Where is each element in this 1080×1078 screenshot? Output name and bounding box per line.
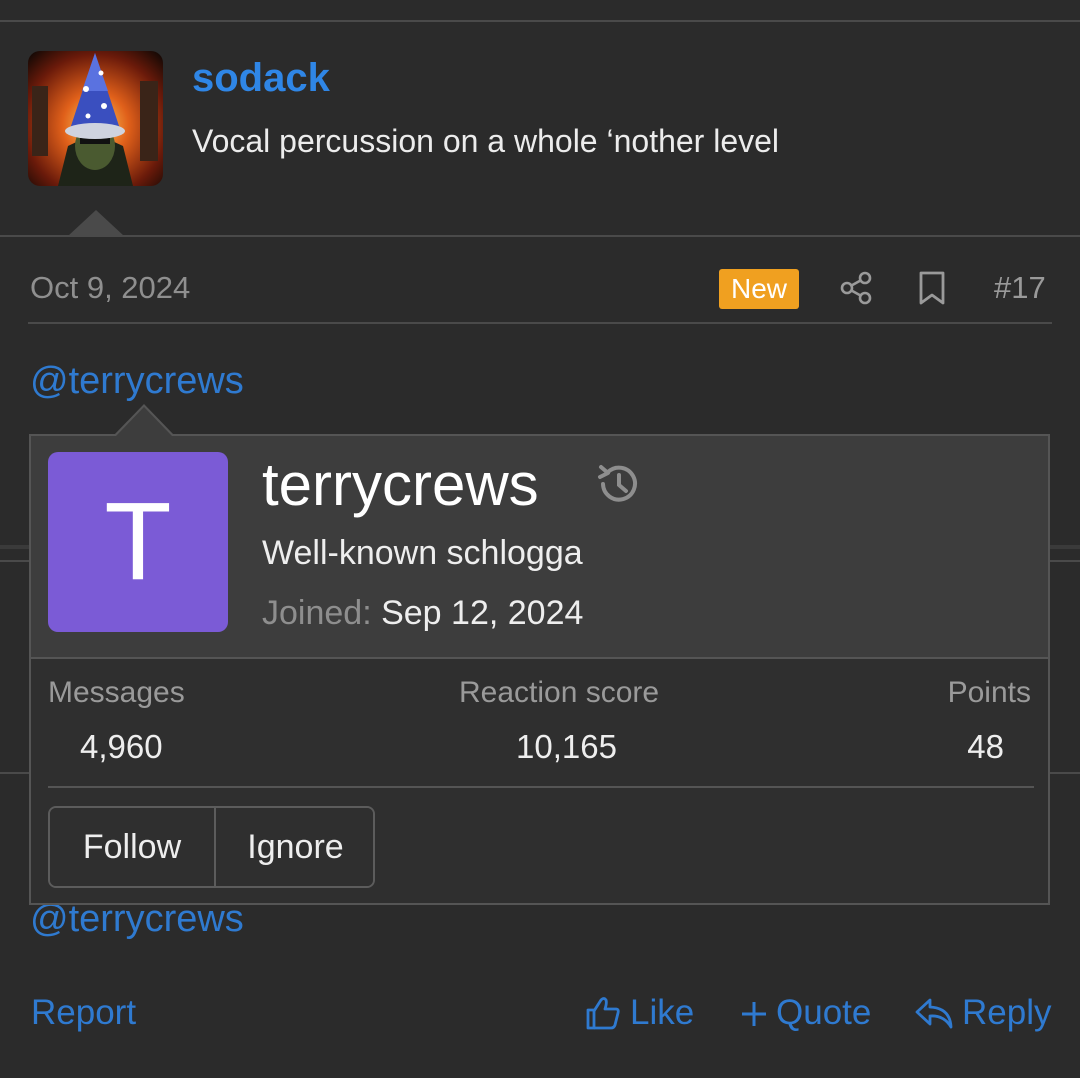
joined-date: Sep 12, 2024 [381,594,584,632]
quote-pointer [68,210,124,236]
like-label: Like [630,993,695,1032]
ignore-button[interactable]: Ignore [216,808,373,886]
follow-button[interactable]: Follow [50,808,216,886]
quote-label: Quote [776,993,872,1032]
reaction-score-label: Reaction score [459,676,660,709]
post-header-divider [28,322,1052,324]
quote-author-avatar[interactable] [28,51,163,186]
post-number[interactable]: #17 [994,270,1046,306]
member-actions: Follow Ignore [48,806,375,888]
quote-author-name[interactable]: sodack [192,56,330,101]
thumbs-up-icon [586,997,620,1030]
report-link[interactable]: Report [31,993,136,1033]
reply-icon [915,998,953,1029]
post-date[interactable]: Oct 9, 2024 [30,270,190,306]
messages-label: Messages [48,676,185,709]
reply-button[interactable]: Reply [914,993,1051,1033]
plus-icon [742,1002,766,1026]
points-label: Points [947,676,1031,709]
bookmark-icon[interactable] [916,270,948,306]
member-joined: Joined: Sep 12, 2024 [262,594,583,633]
new-badge: New [719,269,800,309]
post-page: sodack Vocal percussion on a whole ‘noth… [0,0,1080,1078]
messages-value[interactable]: 4,960 [80,728,163,766]
top-divider [0,20,1080,22]
member-avatar[interactable]: T [48,452,228,632]
stats-divider [48,786,1034,788]
quote-button[interactable]: Quote [740,993,871,1033]
history-icon[interactable] [593,458,645,510]
like-button[interactable]: Like [584,993,694,1033]
share-icon[interactable] [838,270,874,306]
member-username[interactable]: terrycrews [262,450,539,519]
member-tooltip-header: T terrycrews Well-known schlogga Joined:… [31,436,1048,659]
member-title: Well-known schlogga [262,534,583,572]
user-mention-link[interactable]: @terrycrews [30,360,244,403]
reply-label: Reply [962,993,1052,1032]
wizard-avatar-icon [28,51,163,186]
popup-pointer-fill [116,407,172,436]
member-tooltip: T terrycrews Well-known schlogga Joined:… [29,434,1050,905]
reaction-score-value[interactable]: 10,165 [516,728,617,766]
joined-label: Joined: [262,594,372,632]
points-value[interactable]: 48 [967,728,1004,766]
quote-text: Vocal percussion on a whole ‘nother leve… [192,123,780,159]
quote-divider [0,235,1080,237]
